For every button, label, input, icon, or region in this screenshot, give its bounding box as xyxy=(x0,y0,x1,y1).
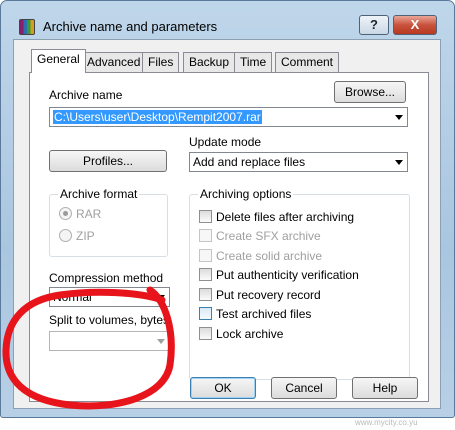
option-lock-archive[interactable]: Lock archive xyxy=(199,327,283,341)
tab-general[interactable]: General xyxy=(31,49,86,73)
title-bar[interactable]: Archive name and parameters ? X xyxy=(1,1,454,39)
option-label: Put authenticity verification xyxy=(216,268,359,282)
compression-method-select[interactable]: Normal xyxy=(49,287,170,307)
dialog-window: Archive name and parameters ? X General … xyxy=(0,0,455,418)
split-volumes-combo[interactable] xyxy=(49,331,170,351)
chevron-down-icon[interactable] xyxy=(157,339,165,344)
option-recovery-record[interactable]: Put recovery record xyxy=(199,288,321,302)
option-test-files[interactable]: Test archived files xyxy=(199,307,311,321)
winrar-icon xyxy=(19,19,35,35)
tab-advanced[interactable]: Advanced xyxy=(81,52,147,72)
archive-name-value: C:\Users\user\Desktop\Rempit2007.rar xyxy=(53,110,262,124)
option-create-solid[interactable]: Create solid archive xyxy=(199,249,322,263)
archive-name-combo[interactable]: C:\Users\user\Desktop\Rempit2007.rar xyxy=(49,107,408,127)
option-label: Test archived files xyxy=(216,307,312,321)
tab-time[interactable]: Time xyxy=(234,52,273,72)
general-tab-panel: Archive name Browse... C:\Users\user\Des… xyxy=(29,72,429,402)
browse-button[interactable]: Browse... xyxy=(334,81,406,103)
chevron-down-icon[interactable] xyxy=(395,160,403,165)
archive-format-title: Archive format xyxy=(58,187,140,201)
compression-method-label: Compression method xyxy=(49,271,164,285)
checkbox-icon xyxy=(199,327,212,340)
option-label: Create SFX archive xyxy=(216,229,321,243)
close-button[interactable]: X xyxy=(393,15,437,35)
help-button[interactable]: Help xyxy=(352,377,418,399)
title-help-button[interactable]: ? xyxy=(359,15,389,35)
checkbox-icon xyxy=(199,229,212,242)
option-create-sfx[interactable]: Create SFX archive xyxy=(199,229,321,243)
checkbox-icon xyxy=(199,249,212,262)
radio-zip[interactable]: ZIP xyxy=(59,229,95,243)
checkbox-icon xyxy=(199,288,212,301)
archive-name-label: Archive name xyxy=(49,88,123,102)
option-label: Lock archive xyxy=(216,327,284,341)
profiles-button[interactable]: Profiles... xyxy=(49,150,167,172)
chevron-down-icon[interactable] xyxy=(157,295,165,300)
radio-selected-icon xyxy=(59,207,72,220)
tab-backup[interactable]: Backup xyxy=(183,52,236,72)
cancel-button[interactable]: Cancel xyxy=(271,377,337,399)
tab-files[interactable]: Files xyxy=(142,52,180,72)
update-mode-label: Update mode xyxy=(189,135,262,149)
checkbox-icon xyxy=(199,268,212,281)
option-delete-files[interactable]: Delete files after archiving xyxy=(199,210,354,224)
radio-zip-label: ZIP xyxy=(76,229,95,243)
chevron-down-icon[interactable] xyxy=(395,115,403,120)
radio-rar-label: RAR xyxy=(76,207,102,221)
split-volumes-label: Split to volumes, bytes xyxy=(49,313,170,327)
watermark: www.mycity.co.yu xyxy=(355,418,418,427)
option-label: Delete files after archiving xyxy=(216,210,355,224)
checkbox-icon xyxy=(199,307,212,320)
checkbox-icon xyxy=(199,210,212,223)
update-mode-value: Add and replace files xyxy=(193,155,306,169)
option-label: Create solid archive xyxy=(216,249,323,263)
compression-method-value: Normal xyxy=(53,290,92,304)
archive-format-group: Archive format RAR ZIP xyxy=(49,187,168,257)
dialog-client: General Advanced Files Backup Time Comme… xyxy=(13,39,441,409)
tab-comment[interactable]: Comment xyxy=(275,52,340,72)
option-label: Put recovery record xyxy=(216,288,321,302)
option-authenticity[interactable]: Put authenticity verification xyxy=(199,268,359,282)
radio-rar[interactable]: RAR xyxy=(59,207,101,221)
update-mode-select[interactable]: Add and replace files xyxy=(189,152,408,172)
archiving-options-title: Archiving options xyxy=(198,187,294,201)
ok-button[interactable]: OK xyxy=(190,377,256,399)
archiving-options-group: Archiving options Delete files after arc… xyxy=(189,187,410,380)
window-title: Archive name and parameters xyxy=(43,19,218,34)
radio-icon xyxy=(59,229,72,242)
